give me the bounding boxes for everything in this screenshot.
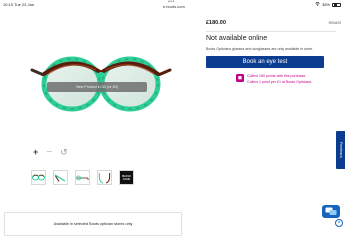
feedback-tab[interactable]: Feedback (336, 131, 345, 169)
availability-description: Boots Opticians glasses and sunglasses a… (206, 47, 314, 51)
points-line-2: Collect 1 point per £1 at Boots Optician… (247, 80, 313, 84)
availability-heading: Not available online (206, 35, 268, 42)
thumbnail-side[interactable] (75, 170, 90, 185)
product-price: £180.00 (206, 20, 226, 26)
points-info: ◼ Collect 180 points with this purchase.… (236, 74, 312, 84)
book-eye-test-button[interactable]: Book an eye test (206, 56, 324, 68)
zoom-out-button[interactable]: − (46, 148, 52, 158)
chat-icon[interactable] (322, 205, 340, 218)
thumbnail-strip: BRAND NAME (31, 170, 134, 185)
browser-url[interactable]: e.boots.com (163, 4, 185, 9)
availability-banner-text: Available in selected Boots optician sto… (53, 222, 133, 226)
view-3d-overlay[interactable]: View Product in 3D (or 4D) (47, 82, 147, 92)
divider (206, 31, 336, 32)
advantage-card-icon: ◼ (236, 74, 244, 82)
product-main-image[interactable] (28, 46, 174, 116)
chat-close-icon[interactable]: × (335, 219, 343, 227)
status-time: 10:10 Tue 23 Jan (3, 2, 34, 7)
battery-icon (332, 2, 341, 7)
status-right: 38% (315, 2, 341, 7)
feedback-label: Feedback (338, 142, 343, 158)
thumbnail-brand[interactable]: BRAND NAME (119, 170, 134, 185)
battery-percent: 38% (321, 2, 330, 7)
product-sku: 9094429 (328, 21, 341, 25)
image-controls: + − ↺ (33, 148, 68, 158)
thumbnail-front[interactable] (31, 170, 46, 185)
brand-thumb-text: BRAND NAME (121, 174, 132, 181)
status-bar: 10:10 Tue 23 Jan ••• e.boots.com 38% (0, 0, 345, 9)
wifi-icon (315, 2, 320, 7)
zoom-in-button[interactable]: + (33, 148, 38, 157)
points-lines: Collect 180 points with this purchase. C… (247, 74, 312, 84)
reset-view-icon[interactable]: ↺ (60, 148, 68, 157)
points-line-1: Collect 180 points with this purchase. (247, 74, 307, 78)
thumbnail-angle[interactable] (53, 170, 68, 185)
thumbnail-top[interactable] (97, 170, 112, 185)
availability-banner: Available in selected Boots optician sto… (4, 212, 182, 236)
